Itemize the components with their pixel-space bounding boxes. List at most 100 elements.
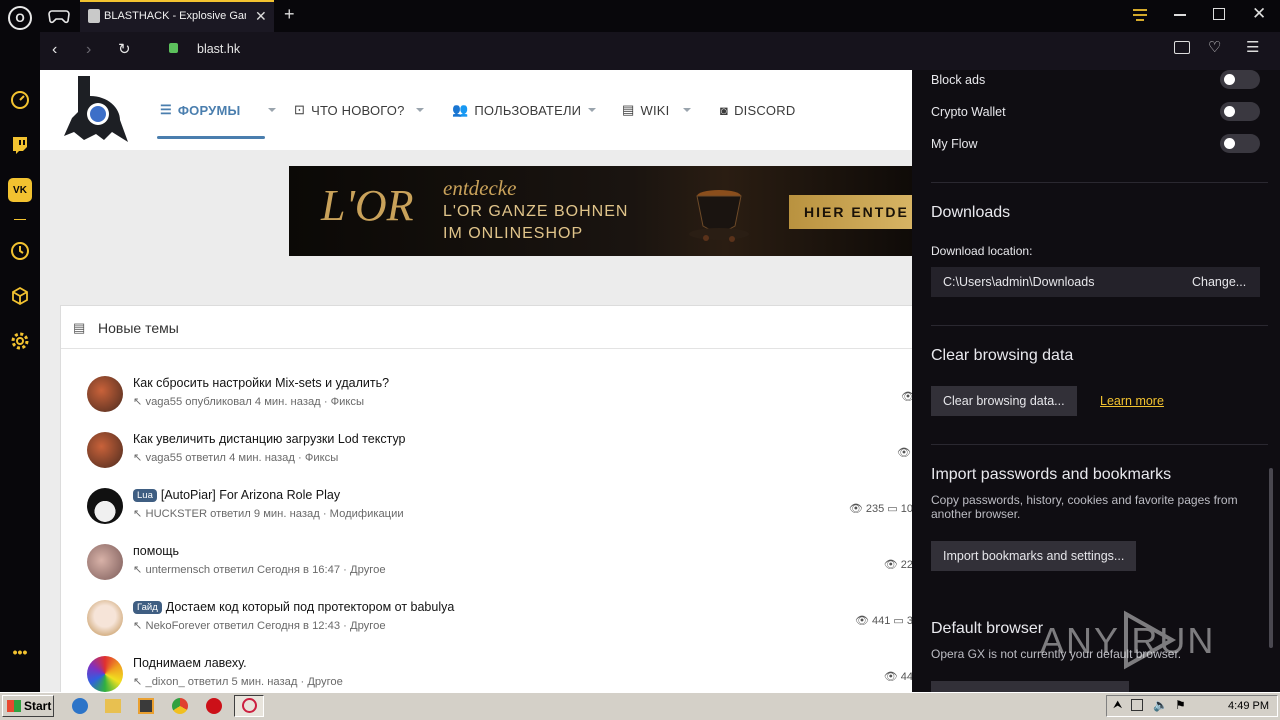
ie-icon[interactable] xyxy=(72,698,88,714)
nav-forums-dropdown[interactable] xyxy=(258,70,276,150)
views-icon: 👁 xyxy=(897,447,911,459)
maximize-window-icon[interactable] xyxy=(1213,8,1225,20)
thread-title[interactable]: помощь xyxy=(133,544,179,558)
thread-stats: 👁 235 ▭ 10 xyxy=(848,503,912,515)
nav-discord[interactable]: ◙ DISCORD xyxy=(720,70,795,150)
import-heading: Import passwords and bookmarks xyxy=(931,466,1172,483)
nav-forums-label: ФОРУМЫ xyxy=(177,102,241,118)
twitch-icon[interactable] xyxy=(8,133,32,157)
site-header: ☰ ФОРУМЫ ⊡ ЧТО НОВОГО? 👥 ПОЛЬЗОВАТЕЛИ ▤ … xyxy=(40,70,912,150)
url-field[interactable]: blast.hk xyxy=(197,42,240,56)
thread-row[interactable]: Поднимаем лавеху. ↖ _dixon_ ответил 5 ми… xyxy=(61,648,912,692)
tab-active[interactable]: BLASTHACK - Explosive Gamehack ✕ xyxy=(80,0,274,32)
default-browser-heading: Default browser xyxy=(931,620,1044,637)
import-bookmarks-button[interactable]: Import bookmarks and settings... xyxy=(931,541,1137,571)
learn-more-link[interactable]: Learn more xyxy=(1100,394,1164,408)
easy-setup-sliders-icon[interactable]: ☰ xyxy=(1246,38,1259,56)
thread-title[interactable]: Как увеличить дистанцию загрузки Lod тек… xyxy=(133,432,406,446)
thread-title-text[interactable]: Достаем код который под протектором от b… xyxy=(166,600,455,614)
vk-icon[interactable]: VK xyxy=(8,178,32,202)
nav-members[interactable]: 👥 ПОЛЬЗОВАТЕЛИ xyxy=(452,70,581,150)
prefix-badge[interactable]: Гайд xyxy=(133,601,162,614)
crypto-wallet-toggle[interactable] xyxy=(1220,102,1260,121)
easy-setup-panel: Block ads Crypto Wallet My Flow Download… xyxy=(912,70,1280,692)
thread-row[interactable]: Lua [AutoPiar] For Arizona Role Play ↖ HU… xyxy=(61,480,912,536)
thread-title[interactable]: Поднимаем лавеху. xyxy=(133,656,247,670)
close-window-icon[interactable]: ✕ xyxy=(1252,4,1266,24)
ad-banner[interactable]: L'OR entdecke L'OR GANZE BOHNEN IM ONLIN… xyxy=(289,166,912,256)
thread-meta-text: untermensch ответил Сегодня в 16:47 · Др… xyxy=(145,564,386,576)
flag-icon[interactable]: ⚑ xyxy=(1175,698,1186,712)
thread-row[interactable]: помощь ↖ untermensch ответил Сегодня в 1… xyxy=(61,536,912,592)
new-tab-button[interactable]: + xyxy=(284,4,295,25)
opera-gx-taskbar-button[interactable] xyxy=(234,695,264,717)
volume-icon[interactable]: 🔈 xyxy=(1153,698,1168,712)
easy-setup-icon[interactable] xyxy=(1131,7,1149,28)
thread-title[interactable]: Как сбросить настройки Mix-sets и удалит… xyxy=(133,376,389,390)
thread-title[interactable]: Гайд Достаем код который под протектором … xyxy=(133,600,454,614)
opera-gx-logo-icon[interactable]: O xyxy=(8,6,32,30)
start-button[interactable]: Start xyxy=(2,695,54,717)
minimize-window-icon[interactable] xyxy=(1174,14,1186,16)
nav-whats-new[interactable]: ⊡ ЧТО НОВОГО? xyxy=(294,70,405,150)
thread-title[interactable]: Lua [AutoPiar] For Arizona Role Play xyxy=(133,488,340,502)
thread-row[interactable]: Как сбросить настройки Mix-sets и удалит… xyxy=(61,368,912,424)
section-divider xyxy=(931,325,1268,326)
blasthack-logo[interactable] xyxy=(60,74,130,144)
banner-line1: entdecke xyxy=(443,176,517,200)
windows-taskbar xyxy=(0,692,1280,720)
list-icon: ▤ xyxy=(73,320,86,335)
avatar[interactable] xyxy=(87,600,123,636)
clock[interactable]: 4:49 PM xyxy=(1228,700,1269,712)
gx-control-gamepad-icon[interactable] xyxy=(48,6,72,26)
media-player-icon[interactable] xyxy=(138,698,154,714)
forward-icon[interactable]: › xyxy=(86,41,91,59)
tab-close-icon[interactable]: ✕ xyxy=(255,8,267,25)
extensions-cube-icon[interactable] xyxy=(8,284,32,308)
tray-expand-icon[interactable]: ⮝ xyxy=(1113,699,1122,712)
network-icon[interactable] xyxy=(1131,699,1143,711)
banner-cta-button[interactable]: HIER ENTDE xyxy=(789,195,912,229)
snapshot-camera-icon[interactable] xyxy=(1174,41,1190,54)
thread-meta-text: HUCKSTER ответил 9 мин. назад · Модифика… xyxy=(145,508,404,520)
nav-wiki[interactable]: ▤ WIKI xyxy=(622,70,669,150)
more-dots-icon[interactable]: ••• xyxy=(8,640,32,664)
block-ads-toggle[interactable] xyxy=(1220,70,1260,89)
nav-wiki-dropdown[interactable] xyxy=(673,70,691,150)
bookmark-heart-icon[interactable]: ♡ xyxy=(1208,38,1221,56)
views-count: 235 xyxy=(865,503,885,515)
thread-title-text[interactable]: [AutoPiar] For Arizona Role Play xyxy=(161,488,340,502)
downloads-heading: Downloads xyxy=(931,204,1011,221)
secure-lock-icon[interactable] xyxy=(169,43,178,53)
opera-icon[interactable] xyxy=(206,698,222,714)
avatar[interactable] xyxy=(87,544,123,580)
panel-scrollbar[interactable] xyxy=(1269,468,1273,648)
reload-icon[interactable]: ↻ xyxy=(118,40,131,58)
history-clock-icon[interactable] xyxy=(8,239,32,263)
chrome-icon[interactable] xyxy=(172,698,188,714)
change-location-button[interactable]: Change... xyxy=(1192,275,1246,289)
banner-line3: IM ONLINESHOP xyxy=(443,225,584,242)
my-flow-toggle[interactable] xyxy=(1220,134,1260,153)
avatar[interactable] xyxy=(87,432,123,468)
clear-browsing-data-button[interactable]: Clear browsing data... xyxy=(931,386,1077,416)
avatar[interactable] xyxy=(87,376,123,412)
avatar[interactable] xyxy=(87,488,123,524)
tab-title: BLASTHACK - Explosive Gamehack xyxy=(104,10,246,22)
thread-row[interactable]: Гайд Достаем код который под протектором … xyxy=(61,592,912,648)
make-default-button[interactable] xyxy=(931,681,1129,692)
views-count: 441 xyxy=(872,615,891,627)
thread-meta-text: _dixon_ ответил 5 мин. назад · Другое xyxy=(145,676,343,688)
settings-gear-icon[interactable] xyxy=(8,329,32,353)
thread-meta-text: NekoForever ответил Сегодня в 12:43 · Др… xyxy=(145,620,386,632)
nav-whats-new-dropdown[interactable] xyxy=(406,70,424,150)
speedometer-icon[interactable] xyxy=(8,88,32,112)
thread-row[interactable]: Как увеличить дистанцию загрузки Lod тек… xyxy=(61,424,912,480)
thread-meta: ↖ NekoForever ответил Сегодня в 12:43 · … xyxy=(133,620,386,632)
avatar[interactable] xyxy=(87,656,123,692)
back-icon[interactable]: ‹ xyxy=(52,41,57,59)
nav-members-dropdown[interactable] xyxy=(578,70,596,150)
prefix-badge[interactable]: Lua xyxy=(133,489,157,502)
thread-meta: ↖ vaga55 опубликовал 4 мин. назад · Фикс… xyxy=(133,396,365,408)
folder-icon[interactable] xyxy=(105,699,121,713)
